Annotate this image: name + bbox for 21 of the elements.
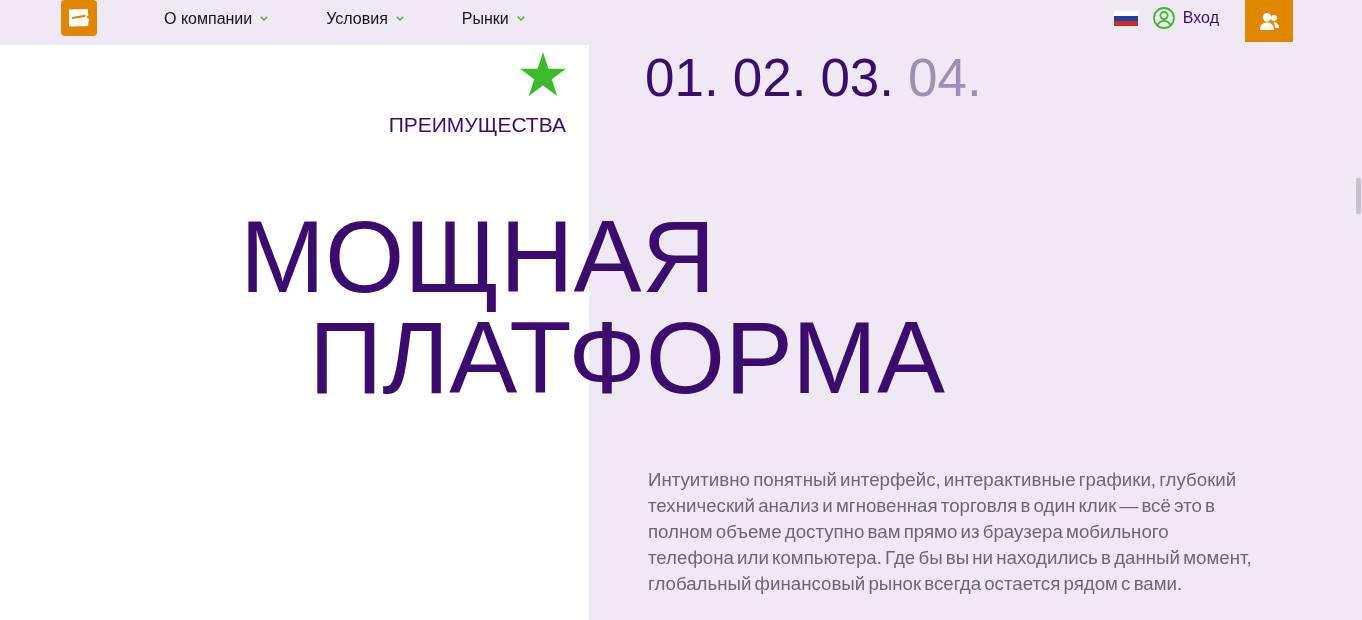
step-number[interactable]: 03. [820,51,895,137]
chevron-down-icon [260,16,269,21]
users-icon [1259,12,1279,30]
nav-menu-item[interactable]: О компании [164,9,269,28]
hero-title-line: ПЛАТФОРМА [309,315,945,400]
flag-icon[interactable] [1113,11,1138,26]
section-label: ПРЕИМУЩЕСТВА [388,112,566,137]
user-circle-icon [1152,6,1175,29]
hero-title-line: МОЩНАЯ [240,201,716,314]
chevron-down-icon [516,16,525,21]
star-icon [520,52,566,96]
description-text: Интуитивно понятный интерфейс, интерактивные графики, глубокий технический анализ и мгновенная торговля в один клик — всё это в полном объеме доступно вам прямо из браузера мобильного телефона или компьютера. Где бы вы ни находились в данный момент, глобальный финансовый рынок всегда остается рядом с вами. [648,467,1253,596]
step-number[interactable]: 01. [645,51,719,137]
chevron-down-icon [395,16,404,21]
scrollbar-thumb[interactable] [1356,178,1361,214]
nav-menu-item[interactable]: Условия [326,9,404,28]
logo-icon[interactable] [61,0,97,36]
nav-menu-item[interactable]: Рынки [461,9,525,28]
login-link[interactable]: Вход [1152,0,1219,35]
account-button[interactable] [1245,0,1293,42]
step-number[interactable]: 02. [732,51,807,137]
